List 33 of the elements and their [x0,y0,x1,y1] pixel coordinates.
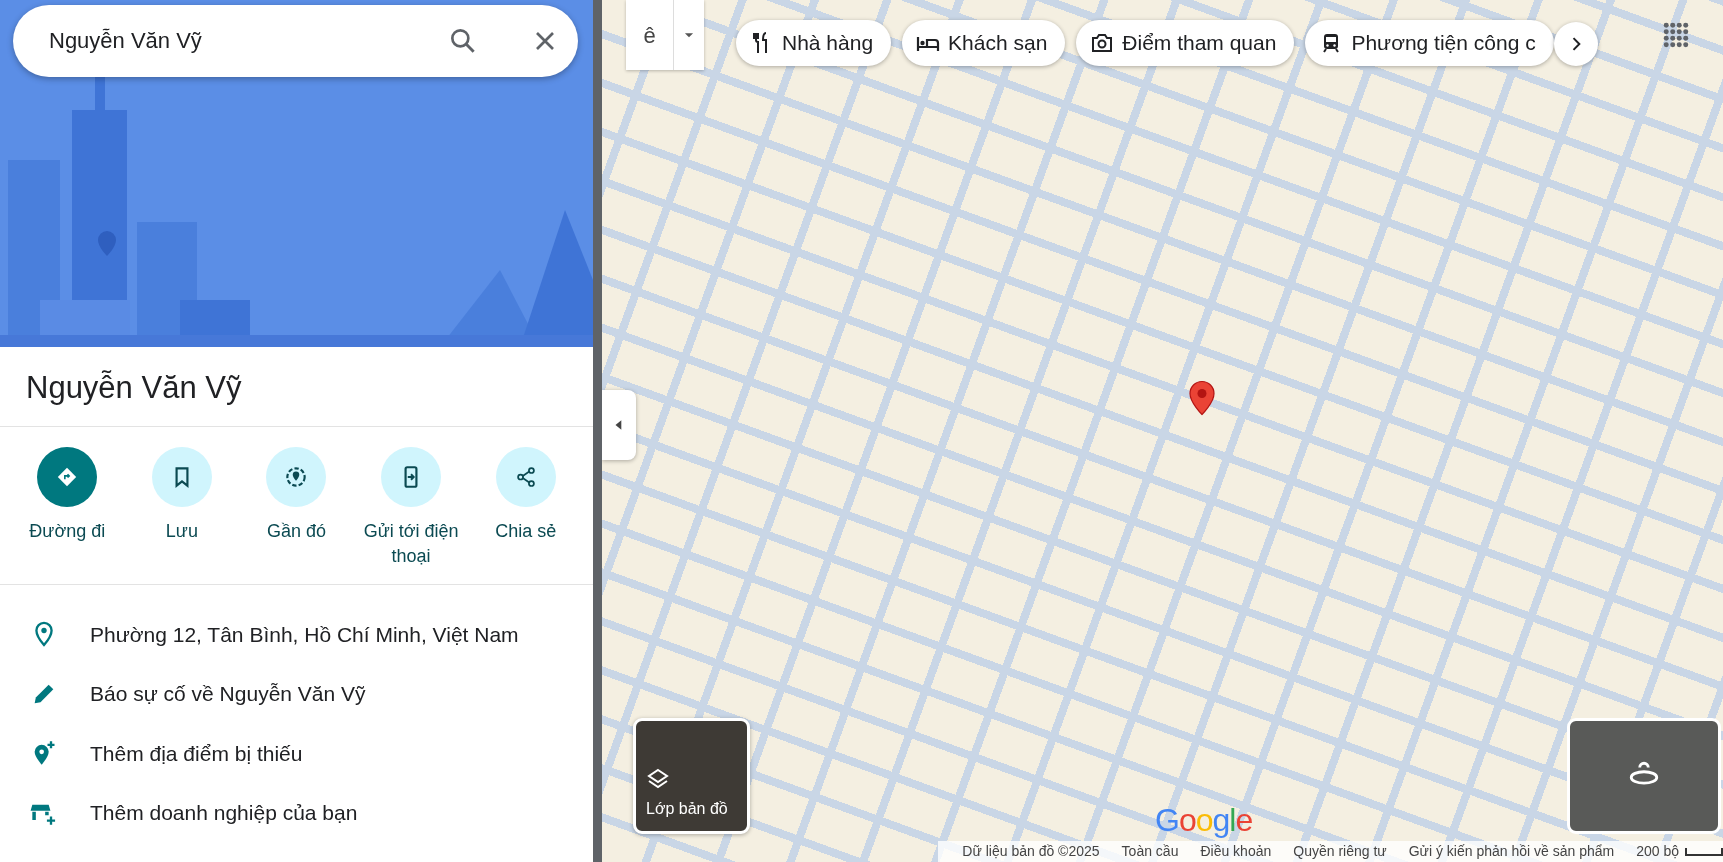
input-tool-dropdown[interactable] [674,0,704,70]
layers-button[interactable]: Lớp bản đồ [633,718,750,834]
scale-bar [1685,847,1723,856]
map-placeholder[interactable] [602,0,1723,862]
apps-button[interactable] [1663,22,1689,48]
camera-icon [1090,31,1115,55]
action-label[interactable]: Gần đó [266,519,326,545]
category-chip[interactable]: Phương tiện công c [1305,20,1554,66]
street-view-button[interactable] [1567,718,1721,834]
action-label[interactable]: Đường đi [29,519,106,545]
layers-icon [646,767,670,791]
input-tool-button[interactable]: ê [626,0,674,70]
scale-label: 200 bộ [1636,842,1679,861]
detail-text[interactable]: Phường 12, Tân Bình, Hồ Chí Minh, Việt Nam [90,618,519,651]
category-chip[interactable]: Nhà hàng [736,20,892,66]
footer-link[interactable]: Điều khoản [1200,841,1272,862]
google-logo: Google [1155,801,1253,840]
action-label[interactable]: Gửi tới điện thoại [356,519,467,570]
action-label[interactable]: Lưu [165,519,198,545]
scrollbar[interactable] [593,0,602,862]
detail-text[interactable]: Thêm địa điểm bị thiếu [90,737,303,770]
footer-link[interactable]: Toàn cầu [1121,841,1179,862]
footer-link[interactable]: Quyền riêng tư [1293,841,1387,862]
category-chip[interactable]: Điểm tham quan [1076,20,1295,66]
action-label[interactable]: Chia sẻ [495,519,557,545]
apps-grid-icon [1663,22,1689,48]
category-chip[interactable]: Khách sạn [902,20,1066,66]
detail-text[interactable]: Thêm doanh nghiệp của bạn [90,797,358,829]
search-field[interactable]: Nguyễn Văn Vỹ [13,5,578,77]
detail-text[interactable]: Báo sự cố về Nguyễn Văn Vỹ [90,678,366,710]
place-title: Nguyễn Văn Vỹ [25,369,243,407]
footer-link[interactable]: Gửi ý kiến phản hồi về sản phẩm [1408,841,1615,862]
map-data-text: Dữ liệu bản đồ ©2025 [962,842,1100,861]
